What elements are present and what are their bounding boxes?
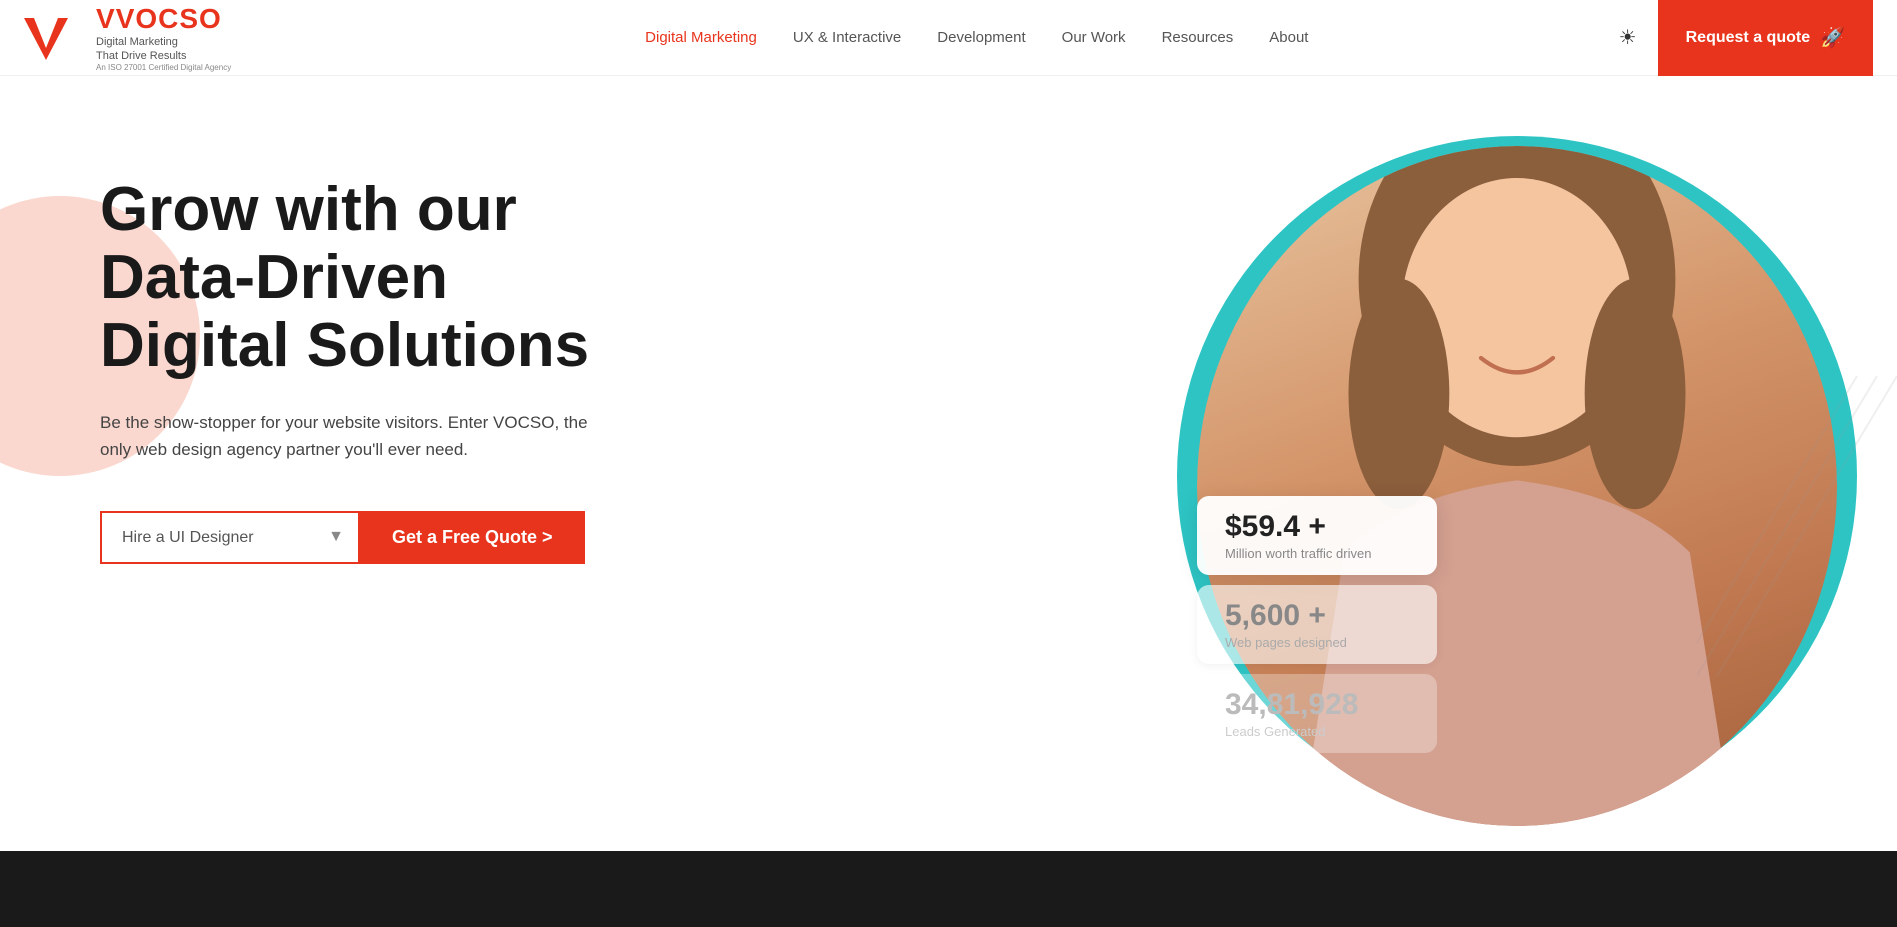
nav-our-work[interactable]: Our Work [1062, 29, 1126, 46]
cta-area: Hire a UI Designer Hire a UX Designer Hi… [100, 511, 620, 564]
hero-heading: Grow with our Data-Driven Digital Soluti… [100, 176, 620, 381]
stat-pages-number: 5,600 + [1225, 599, 1409, 633]
nav-digital-marketing[interactable]: Digital Marketing [645, 29, 757, 46]
vocso-logo-icon [24, 14, 84, 62]
logo-area: VVOCSO Digital Marketing That Drive Resu… [24, 3, 344, 73]
deco-lines-icon [1697, 376, 1897, 676]
hero-subtext: Be the show-stopper for your website vis… [100, 409, 620, 463]
nav-development[interactable]: Development [937, 29, 1025, 46]
nav-about[interactable]: About [1269, 29, 1308, 46]
hire-select[interactable]: Hire a UI Designer Hire a UX Designer Hi… [102, 513, 358, 562]
stat-pages-label: Web pages designed [1225, 635, 1409, 650]
nav-resources[interactable]: Resources [1162, 29, 1234, 46]
request-quote-label: Request a quote [1686, 29, 1810, 47]
stat-card-pages: 5,600 + Web pages designed [1197, 585, 1437, 664]
hero-heading-line1: Grow with our [100, 175, 517, 244]
hero-heading-line2: Data-Driven [100, 243, 448, 312]
stats-area: $59.4 + Million worth traffic driven 5,6… [1197, 496, 1437, 753]
header: VVOCSO Digital Marketing That Drive Resu… [0, 0, 1897, 76]
stat-traffic-label: Million worth traffic driven [1225, 546, 1409, 561]
theme-toggle-button[interactable]: ☀ [1610, 20, 1646, 56]
brand-name: VVOCSO [96, 3, 231, 35]
get-free-quote-button[interactable]: Get a Free Quote > [360, 511, 585, 564]
hero-content: Grow with our Data-Driven Digital Soluti… [0, 176, 620, 624]
nav-ux-interactive[interactable]: UX & Interactive [793, 29, 901, 46]
hire-select-wrapper: Hire a UI Designer Hire a UX Designer Hi… [100, 511, 360, 564]
stat-card-traffic: $59.4 + Million worth traffic driven [1197, 496, 1437, 575]
logo-tagline2: That Drive Results [96, 49, 231, 63]
hero-heading-line3: Digital Solutions [100, 311, 589, 380]
logo-text: VVOCSO Digital Marketing That Drive Resu… [96, 3, 231, 73]
brand-v-highlight: V [96, 3, 116, 34]
stat-traffic-number: $59.4 + [1225, 510, 1409, 544]
stat-leads-label: Leads Generated [1225, 724, 1409, 739]
request-quote-button[interactable]: Request a quote 🚀 [1658, 0, 1873, 76]
logo-cert: An ISO 27001 Certified Digital Agency [96, 63, 231, 72]
bottom-bar [0, 851, 1897, 927]
logo-tagline1: Digital Marketing [96, 35, 231, 49]
header-right: ☀ Request a quote 🚀 [1610, 0, 1873, 76]
stat-card-leads: 34,81,928 Leads Generated [1197, 674, 1437, 753]
main-nav: Digital Marketing UX & Interactive Devel… [344, 29, 1610, 46]
get-quote-label: Get a Free Quote > [392, 527, 553, 548]
hero-section: $59.4 + Million worth traffic driven 5,6… [0, 76, 1897, 927]
stat-leads-number: 34,81,928 [1225, 688, 1409, 722]
rocket-icon: 🚀 [1820, 25, 1845, 50]
